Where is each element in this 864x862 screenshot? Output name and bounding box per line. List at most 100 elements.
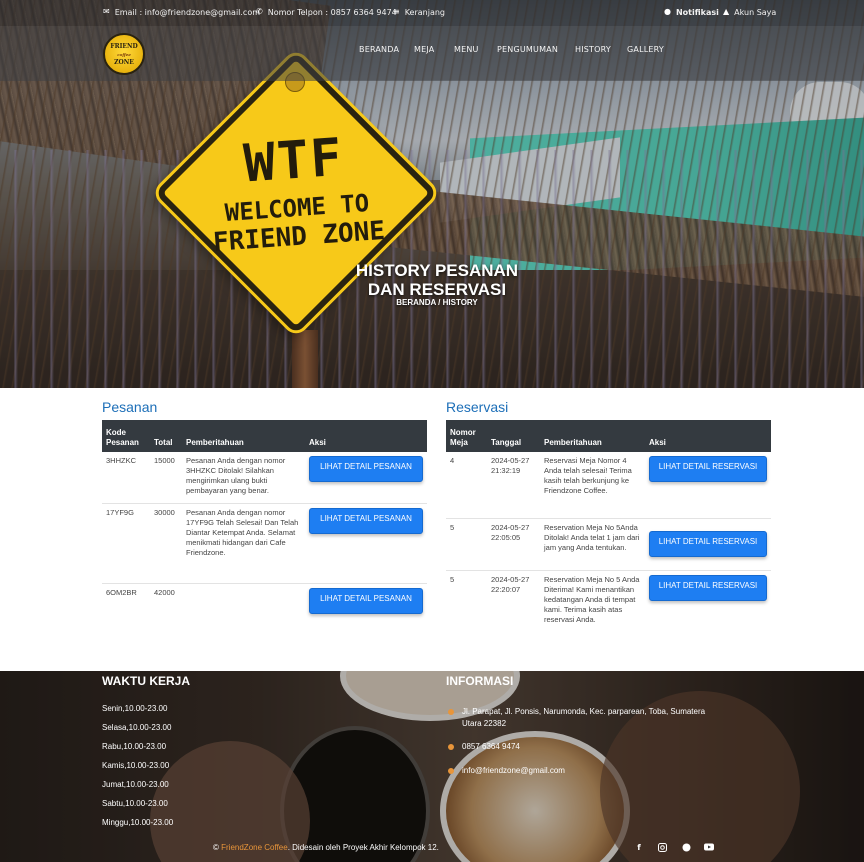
cell-kode: 3HHZKC bbox=[102, 452, 150, 504]
nav-menu[interactable]: MENU bbox=[454, 45, 479, 54]
table-row: 4 2024-05-27 21:32:19 Reservasi Meja Nom… bbox=[446, 452, 771, 519]
pesanan-header-row: Kode Pesanan Total Pemberitahuan Aksi bbox=[102, 420, 427, 452]
cell-aksi: LIHAT DETAIL PESANAN bbox=[305, 503, 427, 584]
cell-meja: 5 bbox=[450, 574, 455, 584]
location-icon bbox=[448, 709, 454, 715]
cell-total: 30000 bbox=[150, 503, 182, 584]
cell-total: 42000 bbox=[154, 587, 175, 597]
topbar-phone[interactable]: ✆ Nomor Telpon : 0857 6364 9474 bbox=[256, 7, 397, 17]
col-total: Total bbox=[150, 420, 182, 452]
topbar-email-text: Email : info@friendzone@gmail.com bbox=[114, 7, 261, 17]
reservasi-header-row: Nomor Meja Tanggal Pemberitahuan Aksi bbox=[446, 420, 771, 452]
nav-meja[interactable]: MEJA bbox=[414, 45, 434, 54]
nav-beranda[interactable]: BERANDA bbox=[359, 45, 399, 54]
whatsapp-icon[interactable] bbox=[681, 843, 691, 853]
cell-meja: 4 bbox=[446, 452, 487, 519]
bell-icon: ● bbox=[664, 7, 671, 16]
hours-sunday: Minggu,10.00-23.00 bbox=[102, 818, 174, 827]
instagram-icon[interactable] bbox=[657, 843, 667, 853]
topbar-cart-text: Keranjang bbox=[404, 7, 446, 17]
cell-info: Pesanan Anda dengan nomor 17YF9G Telah S… bbox=[182, 503, 305, 584]
cell-aksi: LIHAT DETAIL RESERVASI bbox=[645, 452, 771, 519]
email-icon bbox=[448, 768, 454, 774]
page-title-line-2: DAN RESERVASI bbox=[367, 280, 507, 299]
topbar-notifications-text: Notifikasi bbox=[675, 7, 719, 17]
phone-icon: ✆ bbox=[256, 7, 263, 16]
topbar-notifications[interactable]: ● Notifikasi bbox=[664, 7, 719, 17]
sign-post bbox=[292, 330, 318, 388]
topbar-cart[interactable]: ≡ Keranjang bbox=[393, 7, 445, 17]
information-title: INFORMASI bbox=[446, 674, 514, 688]
reservasi-table: Nomor Meja Tanggal Pemberitahuan Aksi 4 … bbox=[446, 420, 771, 658]
view-reservation-detail-button[interactable]: LIHAT DETAIL RESERVASI bbox=[649, 456, 767, 482]
cell-meja: 5 bbox=[446, 518, 487, 571]
col-pemberitahuan: Pemberitahuan bbox=[182, 420, 305, 452]
footer-address: Jl. Parapat, Jl. Ponsis, Narumonda, Kec.… bbox=[462, 707, 706, 728]
copyright-suffix: . Didesain oleh Proyek Akhir Kelompok 12… bbox=[287, 843, 439, 852]
logo-line-3: ZONE bbox=[114, 58, 134, 66]
topbar-email[interactable]: ✉ Email : info@friendzone@gmail.com bbox=[103, 7, 260, 17]
page-title-line-1: HISTORY PESANAN bbox=[355, 261, 519, 280]
cart-icon: ≡ bbox=[393, 7, 400, 16]
cell-aksi: LIHAT DETAIL RESERVASI bbox=[645, 570, 771, 658]
nav-pengumuman[interactable]: PENGUMUMAN bbox=[497, 45, 558, 54]
cell-tanggal: 2024-05-27 22:20:07 bbox=[491, 574, 530, 594]
logo-line-1: FRIEND bbox=[110, 42, 138, 50]
view-order-detail-button[interactable]: LIHAT DETAIL PESANAN bbox=[309, 507, 423, 534]
cell-aksi: LIHAT DETAIL RESERVASI bbox=[645, 518, 771, 571]
page-title: HISTORY PESANAN DAN RESERVASI bbox=[340, 261, 534, 299]
col-pemberitahuan: Pemberitahuan bbox=[540, 420, 645, 452]
envelope-icon: ✉ bbox=[103, 7, 110, 16]
working-hours-title: WAKTU KERJA bbox=[102, 674, 191, 688]
footer-phone[interactable]: 0857 6364 9474 bbox=[462, 741, 520, 753]
topbar-account-text: Akun Saya bbox=[734, 7, 777, 17]
copyright-brand-link[interactable]: FriendZone Coffee bbox=[221, 843, 288, 852]
cell-info bbox=[182, 583, 305, 623]
cell-aksi: LIHAT DETAIL PESANAN bbox=[305, 583, 427, 623]
hours-thursday: Kamis,10.00-23.00 bbox=[102, 761, 170, 770]
cell-aksi: LIHAT DETAIL PESANAN bbox=[305, 452, 427, 504]
main-navbar: FRIEND coffee ZONE BERANDA MEJA MENU PEN… bbox=[0, 26, 864, 81]
logo-line-2: coffee bbox=[117, 51, 131, 57]
cell-info: Pesanan Anda dengan nomor 3HHZKC Ditolak… bbox=[182, 452, 305, 504]
nav-gallery[interactable]: GALLERY bbox=[627, 45, 664, 54]
hours-wednesday: Rabu,10.00-23.00 bbox=[102, 742, 167, 751]
col-aksi: Aksi bbox=[645, 420, 771, 452]
footer-copyright: © FriendZone Coffee. Didesain oleh Proye… bbox=[213, 843, 439, 852]
hours-tuesday: Selasa,10.00-23.00 bbox=[102, 723, 172, 732]
topbar-phone-text: Nomor Telpon : 0857 6364 9474 bbox=[267, 7, 397, 17]
cell-info: Reservation Meja No 5 Anda Diterima! Kam… bbox=[544, 574, 640, 624]
col-aksi: Aksi bbox=[305, 420, 427, 452]
cell-total: 15000 bbox=[150, 452, 182, 504]
facebook-icon[interactable]: f bbox=[634, 843, 644, 853]
youtube-icon[interactable] bbox=[704, 843, 714, 853]
copyright-prefix: © bbox=[213, 843, 222, 852]
view-reservation-detail-button[interactable]: LIHAT DETAIL RESERVASI bbox=[649, 530, 767, 557]
table-row: 5 2024-05-27 22:20:07 Reservation Meja N… bbox=[446, 570, 771, 658]
view-reservation-detail-button[interactable]: LIHAT DETAIL RESERVASI bbox=[649, 574, 767, 601]
sign-line-1: WTF bbox=[241, 127, 346, 195]
footer-email[interactable]: info@friendzone@gmail.com bbox=[462, 765, 565, 777]
hours-friday: Jumat,10.00-23.00 bbox=[102, 780, 169, 789]
cell-tanggal: 2024-05-27 22:05:05 bbox=[487, 518, 540, 571]
view-order-detail-button[interactable]: LIHAT DETAIL PESANAN bbox=[309, 587, 423, 614]
col-tanggal: Tanggal bbox=[487, 420, 540, 452]
pesanan-title: Pesanan bbox=[102, 399, 158, 415]
cell-info: Reservation Meja No 5Anda Ditolak! Anda … bbox=[540, 518, 645, 571]
cell-kode: 6OM2BR bbox=[106, 587, 137, 597]
col-nomor-meja: Nomor Meja bbox=[446, 420, 487, 452]
top-info-bar: ✉ Email : info@friendzone@gmail.com ✆ No… bbox=[0, 0, 864, 26]
phone-icon bbox=[448, 744, 454, 750]
topbar-account[interactable]: ▲ Akun Saya bbox=[723, 7, 776, 17]
cell-kode: 17YF9G bbox=[102, 503, 150, 584]
pesanan-table: Kode Pesanan Total Pemberitahuan Aksi 3H… bbox=[102, 420, 427, 623]
breadcrumb: BERANDA / HISTORY bbox=[396, 298, 478, 307]
friendzone-logo[interactable]: FRIEND coffee ZONE bbox=[103, 33, 145, 75]
hours-saturday: Sabtu,10.00-23.00 bbox=[102, 799, 168, 808]
nav-history[interactable]: HISTORY bbox=[575, 45, 611, 54]
hours-monday: Senin,10.00-23.00 bbox=[102, 704, 168, 713]
reservasi-title: Reservasi bbox=[446, 399, 509, 415]
table-row: 3HHZKC 15000 Pesanan Anda dengan nomor 3… bbox=[102, 452, 427, 504]
table-row: 17YF9G 30000 Pesanan Anda dengan nomor 1… bbox=[102, 503, 427, 584]
view-order-detail-button[interactable]: LIHAT DETAIL PESANAN bbox=[309, 456, 423, 482]
